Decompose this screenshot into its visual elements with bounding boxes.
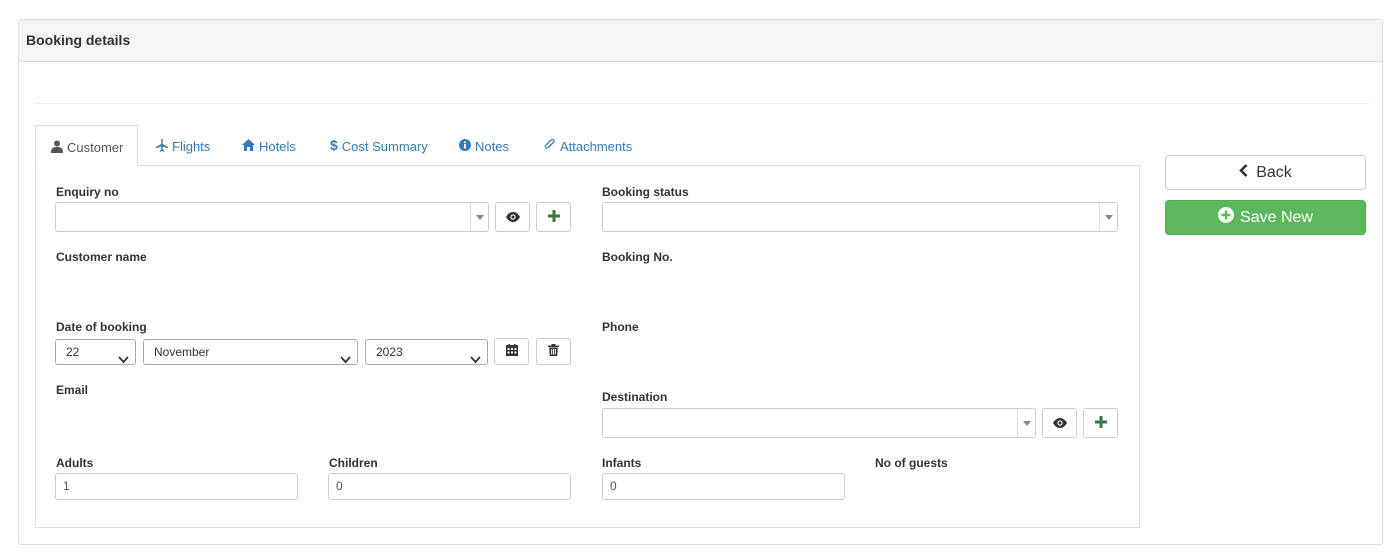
add-enquiry-button[interactable] (536, 202, 571, 232)
clear-date-button[interactable] (536, 338, 571, 365)
booking-status-select[interactable] (602, 202, 1118, 232)
back-button[interactable]: Back (1165, 155, 1366, 190)
tab-label: Attachments (560, 139, 633, 154)
chevron-down-icon (1099, 203, 1117, 231)
chevron-down-icon (118, 348, 129, 372)
tab-attachments[interactable]: Attachments (543, 125, 632, 165)
day-select[interactable]: 22 (55, 339, 136, 365)
tab-customer[interactable]: Customer (35, 125, 138, 166)
home-icon (242, 139, 255, 151)
trash-icon (548, 344, 559, 359)
back-label: Back (1256, 163, 1292, 181)
divider (34, 103, 1369, 104)
booking-no-label: Booking No. (602, 250, 673, 264)
infants-label: Infants (602, 456, 642, 470)
save-new-label: Save New (1240, 208, 1313, 226)
eye-icon (505, 210, 520, 225)
booking-details-panel: Booking details Customer Flights Hotels … (18, 19, 1383, 545)
plus-icon (1094, 415, 1107, 431)
year-select[interactable]: 2023 (365, 339, 488, 365)
email-label: Email (56, 383, 89, 397)
no-of-guests-label: No of guests (875, 456, 948, 470)
paperclip-icon (543, 139, 556, 151)
save-new-button[interactable]: Save New (1165, 200, 1366, 235)
tab-label: Cost Summary (341, 139, 428, 154)
chevron-down-icon (470, 203, 488, 231)
destination-label: Destination (602, 390, 668, 404)
dollar-icon: $ (330, 137, 338, 153)
tab-label: Customer (67, 140, 124, 155)
children-label: Children (329, 456, 378, 470)
tab-label: Hotels (259, 139, 296, 154)
info-icon (459, 139, 471, 151)
chevron-down-icon (1017, 409, 1035, 437)
phone-label: Phone (602, 320, 639, 334)
add-destination-button[interactable] (1083, 408, 1118, 438)
tab-label: Notes (475, 139, 509, 154)
user-icon (51, 140, 63, 153)
plus-circle-icon (1218, 207, 1235, 228)
view-destination-button[interactable] (1042, 408, 1077, 438)
destination-select[interactable] (602, 408, 1036, 438)
enquiry-no-select[interactable] (55, 202, 489, 232)
calendar-button[interactable] (494, 338, 529, 365)
year-value: 2023 (376, 345, 403, 359)
chevron-down-icon (470, 348, 481, 372)
eye-icon (1052, 416, 1067, 431)
panel-heading: Booking details (19, 20, 1382, 62)
tab-flights[interactable]: Flights (156, 125, 210, 165)
plane-icon (156, 139, 168, 152)
day-value: 22 (66, 345, 80, 359)
tab-label: Flights (172, 139, 211, 154)
panel-title: Booking details (26, 32, 131, 48)
chevron-down-icon (340, 348, 351, 372)
enquiry-no-label: Enquiry no (56, 185, 119, 199)
children-input[interactable]: 0 (328, 473, 571, 500)
plus-icon (547, 209, 560, 225)
month-select[interactable]: November (143, 339, 358, 365)
infants-input[interactable]: 0 (602, 473, 845, 500)
booking-status-label: Booking status (602, 185, 689, 199)
adults-label: Adults (56, 456, 94, 470)
customer-name-label: Customer name (56, 250, 147, 264)
chevron-left-icon (1239, 163, 1248, 182)
adults-input[interactable]: 1 (55, 473, 298, 500)
calendar-icon (505, 344, 518, 359)
tab-cost-summary[interactable]: $ Cost Summary (330, 125, 428, 165)
view-enquiry-button[interactable] (495, 202, 530, 232)
date-of-booking-label: Date of booking (56, 320, 147, 334)
month-value: November (154, 345, 210, 359)
tab-hotels[interactable]: Hotels (242, 125, 296, 165)
tab-notes[interactable]: Notes (459, 125, 509, 165)
